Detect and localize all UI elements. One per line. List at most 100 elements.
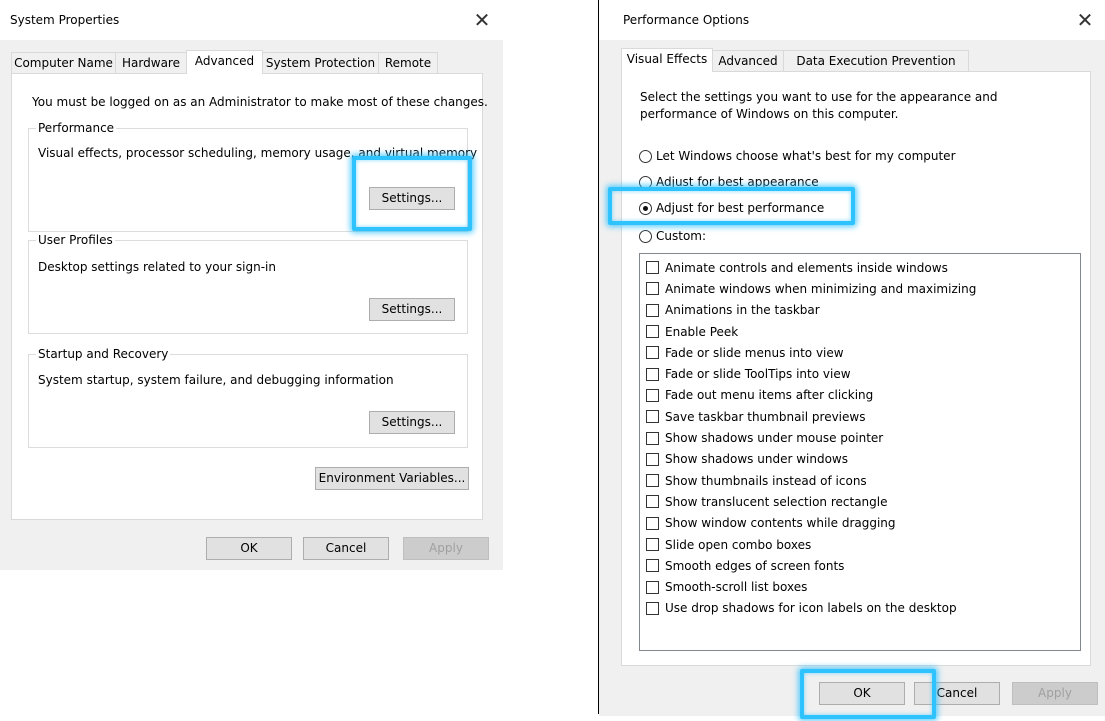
system-properties-titlebar: System Properties ✕ — [0, 0, 503, 40]
performance-group: Performance Visual effects, processor sc… — [28, 121, 477, 232]
effect-checkbox-row[interactable]: Fade or slide menus into view — [640, 342, 1080, 363]
tab-hardware[interactable]: Hardware — [115, 52, 187, 73]
checkbox[interactable] — [646, 261, 659, 275]
effect-label: Show shadows under mouse pointer — [665, 431, 884, 446]
effect-checkbox-row[interactable]: Animate windows when minimizing and maxi… — [640, 278, 1080, 299]
effect-label: Use drop shadows for icon labels on the … — [665, 601, 957, 616]
performance-options-apply-button[interactable]: Apply — [1012, 682, 1098, 705]
performance-options-ok-button[interactable]: OK — [819, 682, 905, 705]
checkbox[interactable] — [646, 431, 659, 445]
effect-label: Smooth-scroll list boxes — [665, 580, 808, 595]
admin-notice: You must be logged on as an Administrato… — [32, 95, 488, 109]
radio-button[interactable] — [639, 229, 652, 243]
checkbox[interactable] — [646, 580, 659, 594]
effect-checkbox-row[interactable]: Fade out menu items after clicking — [640, 385, 1080, 406]
checkbox[interactable] — [646, 367, 659, 381]
intro-line-1: Select the settings you want to use for … — [640, 90, 998, 104]
effect-label: Fade or slide menus into view — [665, 345, 844, 360]
effect-checkbox-row[interactable]: Slide open combo boxes — [640, 534, 1080, 555]
effect-checkbox-row[interactable]: Show thumbnails instead of icons — [640, 470, 1080, 491]
effect-label: Smooth edges of screen fonts — [665, 558, 845, 573]
radio-button-selected[interactable] — [639, 201, 652, 215]
effect-checkbox-row[interactable]: Show shadows under windows — [640, 449, 1080, 470]
effect-checkbox-row[interactable]: Enable Peek — [640, 321, 1080, 342]
radio-custom[interactable]: Custom: — [639, 229, 706, 243]
checkbox[interactable] — [646, 388, 659, 402]
checkbox[interactable] — [646, 282, 659, 296]
radio-best-performance[interactable]: Adjust for best performance — [639, 201, 824, 215]
user-profiles-group: User Profiles Desktop settings related t… — [28, 233, 468, 334]
radio-label: Custom: — [656, 229, 707, 243]
environment-variables-button[interactable]: Environment Variables... — [315, 467, 469, 490]
performance-group-label: Performance — [36, 121, 117, 135]
checkbox[interactable] — [646, 325, 659, 339]
tab-computer-name[interactable]: Computer Name — [11, 52, 116, 73]
tab-visual-effects[interactable]: Visual Effects — [621, 48, 713, 72]
effect-label: Slide open combo boxes — [665, 537, 812, 552]
system-properties-cancel-button[interactable]: Cancel — [303, 537, 389, 560]
effect-checkbox-row[interactable]: Animate controls and elements inside win… — [640, 257, 1080, 278]
tab-label: Visual Effects — [626, 52, 708, 66]
tab-system-protection[interactable]: System Protection — [262, 52, 379, 73]
performance-options-title: Performance Options — [623, 13, 750, 27]
effect-label: Fade out menu items after clicking — [665, 388, 874, 403]
tab-data-execution-prevention[interactable]: Data Execution Prevention — [783, 50, 969, 71]
system-properties-apply-button[interactable]: Apply — [403, 537, 489, 560]
startup-recovery-group-label: Startup and Recovery — [36, 347, 171, 361]
performance-options-dialog: Performance Options ✕ Visual Effects Adv… — [599, 0, 1105, 716]
checkbox[interactable] — [646, 516, 659, 530]
visual-effects-list[interactable]: Animate controls and elements inside win… — [639, 253, 1081, 651]
checkbox[interactable] — [646, 410, 659, 424]
radio-label: Let Windows choose what's best for my co… — [656, 149, 956, 163]
tab-remote[interactable]: Remote — [378, 52, 438, 73]
tab-advanced[interactable]: Advanced — [712, 50, 784, 71]
effect-checkbox-row[interactable]: Smooth edges of screen fonts — [640, 555, 1080, 576]
close-icon[interactable]: ✕ — [1073, 8, 1097, 32]
checkbox[interactable] — [646, 559, 659, 573]
radio-label: Adjust for best appearance — [656, 175, 819, 189]
user-profiles-description: Desktop settings related to your sign-in — [38, 260, 276, 274]
effect-checkbox-row[interactable]: Use drop shadows for icon labels on the … — [640, 598, 1080, 619]
performance-options-tabs: Visual Effects Advanced Data Execution P… — [621, 48, 981, 72]
effect-label: Enable Peek — [665, 324, 739, 339]
radio-best-appearance[interactable]: Adjust for best appearance — [639, 175, 819, 189]
performance-description: Visual effects, processor scheduling, me… — [38, 146, 478, 160]
startup-recovery-settings-button[interactable]: Settings... — [369, 411, 455, 434]
tab-label: Advanced — [194, 54, 255, 68]
effect-label: Show translucent selection rectangle — [665, 494, 888, 509]
checkbox[interactable] — [646, 601, 659, 615]
effect-checkbox-row[interactable]: Show translucent selection rectangle — [640, 491, 1080, 512]
intro-line-2: performance of Windows on this computer. — [640, 107, 899, 121]
radio-label: Adjust for best performance — [656, 201, 825, 215]
effect-checkbox-row[interactable]: Smooth-scroll list boxes — [640, 576, 1080, 597]
effect-checkbox-row[interactable]: Animations in the taskbar — [640, 300, 1080, 321]
system-properties-ok-button[interactable]: OK — [206, 537, 292, 560]
tab-label: Hardware — [122, 56, 180, 70]
tab-label: Advanced — [718, 54, 778, 68]
effect-label: Show window contents while dragging — [665, 516, 896, 531]
radio-button[interactable] — [639, 149, 652, 163]
effect-label: Show shadows under windows — [665, 452, 848, 467]
effect-checkbox-row[interactable]: Show shadows under mouse pointer — [640, 427, 1080, 448]
system-properties-dialog: System Properties ✕ Computer Name Hardwa… — [0, 0, 503, 570]
effect-checkbox-row[interactable]: Fade or slide ToolTips into view — [640, 363, 1080, 384]
performance-options-cancel-button[interactable]: Cancel — [914, 682, 1000, 705]
checkbox[interactable] — [646, 474, 659, 488]
checkbox[interactable] — [646, 346, 659, 360]
checkbox[interactable] — [646, 303, 659, 317]
tab-label: Remote — [384, 56, 432, 70]
close-icon[interactable]: ✕ — [470, 8, 494, 32]
system-properties-tabs: Computer Name Hardware Advanced System P… — [11, 50, 451, 74]
checkbox[interactable] — [646, 538, 659, 551]
user-profiles-settings-button[interactable]: Settings... — [369, 298, 455, 321]
startup-recovery-group: Startup and Recovery System startup, sys… — [28, 347, 468, 448]
tab-advanced[interactable]: Advanced — [186, 50, 263, 74]
performance-settings-button[interactable]: Settings... — [369, 187, 455, 210]
checkbox[interactable] — [646, 452, 659, 466]
effect-checkbox-row[interactable]: Show window contents while dragging — [640, 513, 1080, 534]
radio-button[interactable] — [639, 175, 652, 189]
effect-label: Show thumbnails instead of icons — [665, 473, 867, 488]
radio-let-windows-choose[interactable]: Let Windows choose what's best for my co… — [639, 149, 956, 163]
checkbox[interactable] — [646, 495, 659, 509]
effect-checkbox-row[interactable]: Save taskbar thumbnail previews — [640, 406, 1080, 427]
